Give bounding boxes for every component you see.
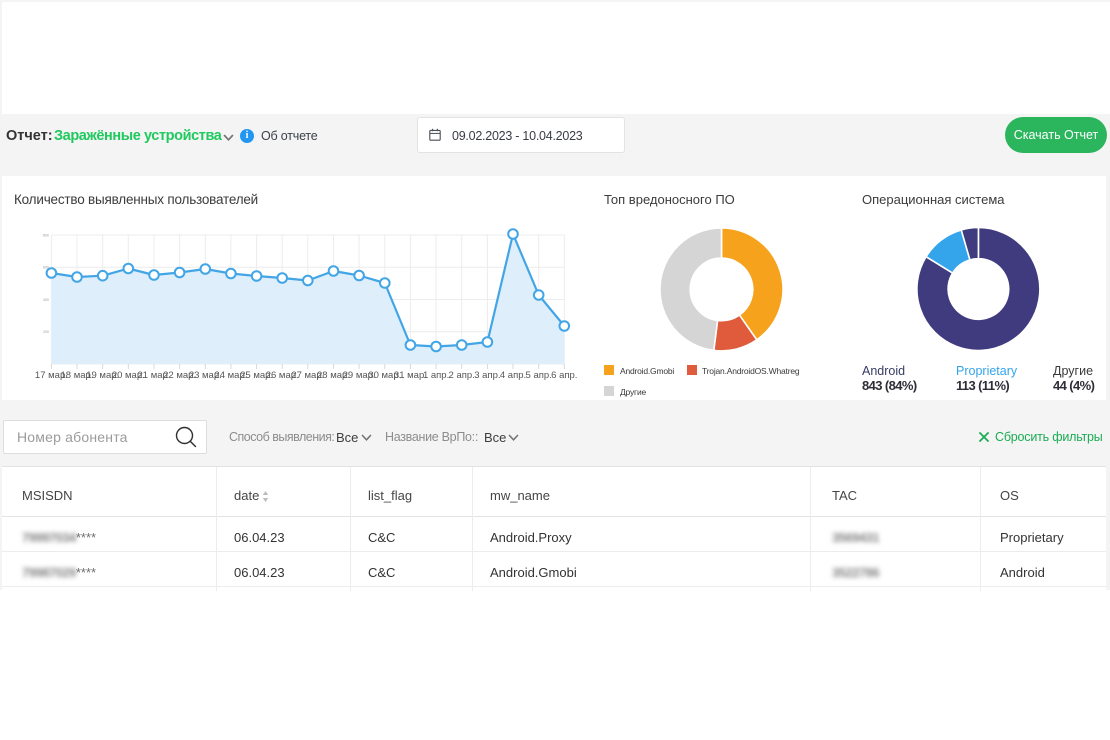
svg-text:4 апр.: 4 апр.: [500, 370, 526, 381]
svg-text:2 апр.: 2 апр.: [449, 370, 475, 381]
svg-text:400: 400: [43, 298, 49, 302]
svg-text:200: 200: [43, 330, 49, 334]
svg-text:1 апр.: 1 апр.: [423, 370, 449, 381]
svg-text:6 апр.: 6 апр.: [551, 370, 577, 381]
svg-text:800: 800: [43, 234, 49, 238]
svg-text:3 апр.: 3 апр.: [474, 370, 500, 381]
svg-text:5 апр.: 5 апр.: [526, 370, 552, 381]
svg-text:31 мар.: 31 мар.: [394, 370, 427, 381]
